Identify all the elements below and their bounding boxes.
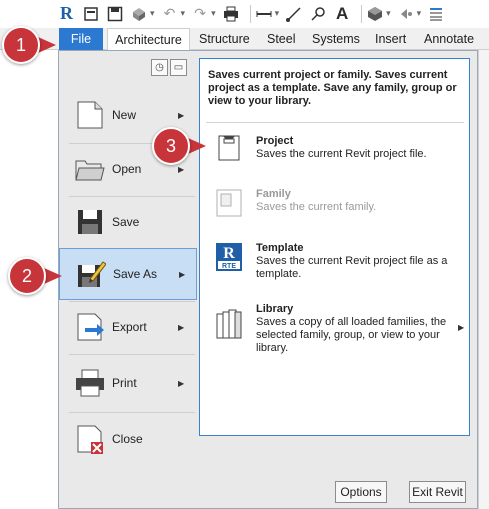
callout-step-1: 1 — [2, 26, 62, 64]
flyout-divider — [206, 122, 464, 123]
sync-icon[interactable] — [130, 5, 148, 23]
floppy-disk-icon — [78, 210, 102, 234]
submenu-arrow-icon: ▶ — [178, 110, 185, 120]
flyout-item-library[interactable]: Library Saves a copy of all loaded famil… — [200, 303, 469, 373]
ribbon-tabs: File Architecture Structure Steel System… — [0, 28, 489, 50]
flyout-item-title: Template — [256, 242, 304, 254]
quick-access-toolbar: R ▾ ↶ ▾ ↷ ▾ ▾ A ▾ ▾ — [0, 0, 489, 27]
template-badge: RTE — [222, 263, 236, 270]
export-icon — [77, 313, 104, 341]
flyout-item-title: Family — [256, 188, 291, 200]
tab-structure[interactable]: Structure — [199, 28, 250, 50]
printer-icon — [76, 369, 104, 397]
flyout-item-template[interactable]: R RTE Template Saves the current Revit p… — [200, 242, 469, 296]
menu-item-label: Close — [112, 432, 143, 446]
tab-steel[interactable]: Steel — [267, 28, 296, 50]
save-icon[interactable] — [106, 5, 124, 23]
submenu-arrow-icon: ▶ — [178, 164, 185, 174]
tab-architecture[interactable]: Architecture — [107, 28, 190, 50]
flyout-item-description: Saves the current Revit project file. — [256, 148, 427, 160]
callout-step-3: 3 — [152, 127, 218, 165]
dropdown-caret-icon[interactable]: ▾ — [150, 8, 155, 19]
submenu-arrow-icon: ▶ — [458, 323, 465, 332]
flyout-item-title: Library — [256, 303, 294, 315]
menu-item-label: Open — [112, 162, 142, 176]
workspace-right-edge — [478, 50, 489, 509]
dropdown-caret-icon[interactable]: ▾ — [181, 8, 186, 19]
exit-revit-button[interactable]: Exit Revit — [409, 481, 466, 503]
svg-text:R: R — [223, 245, 235, 262]
save-as-flyout: Saves current project or family. Saves c… — [199, 58, 470, 436]
callout-pointer — [188, 138, 206, 154]
revit-logo[interactable]: R — [60, 3, 76, 23]
submenu-arrow-icon: ▶ — [178, 378, 185, 388]
callout-number: 2 — [8, 257, 46, 295]
new-document-icon — [77, 101, 103, 129]
menu-item-label: New — [112, 108, 137, 122]
recent-open-toggle: ◷ ▭ — [151, 59, 187, 76]
flyout-item-description: Saves a copy of all loaded families, the… — [256, 316, 447, 354]
measure-icon[interactable] — [255, 5, 273, 23]
flyout-item-description: Saves the current Revit project file as … — [256, 255, 448, 280]
tab-systems[interactable]: Systems — [312, 28, 360, 50]
rte-template-icon: R RTE — [216, 243, 242, 271]
menu-item-print[interactable]: Print ▶ — [59, 357, 197, 409]
menu-item-label: Export — [112, 320, 147, 334]
project-icon — [218, 135, 240, 161]
flyout-item-title: Project — [256, 135, 294, 147]
3d-view-icon[interactable] — [366, 5, 384, 23]
dropdown-caret-icon[interactable]: ▾ — [275, 8, 280, 19]
tab-file[interactable]: File — [59, 28, 103, 50]
save-as-icon — [78, 261, 106, 287]
callout-step-2: 2 — [8, 257, 70, 295]
options-button[interactable]: Options — [335, 481, 387, 503]
flyout-item-project[interactable]: Project Saves the current Revit project … — [200, 135, 469, 189]
tag-icon[interactable] — [309, 5, 327, 23]
redo-icon[interactable]: ↷ — [191, 5, 209, 23]
submenu-arrow-icon: ▶ — [178, 322, 185, 332]
recent-documents-icon[interactable]: ◷ — [151, 59, 168, 76]
toolbar-separator — [361, 4, 363, 23]
open-folder-icon — [75, 160, 105, 181]
menu-item-label: Print — [112, 376, 137, 390]
open-icon[interactable] — [82, 5, 100, 23]
menu-item-export[interactable]: Export ▶ — [59, 301, 197, 353]
library-icon — [216, 309, 242, 339]
callout-pointer — [44, 268, 62, 284]
submenu-arrow-icon: ▶ — [179, 269, 186, 279]
application-menu-commands: ◷ ▭ New ▶ Open ▶ Save Save As ▶ Export ▶… — [59, 51, 197, 508]
menu-item-label: Save — [112, 215, 140, 229]
undo-icon[interactable]: ↶ — [161, 5, 179, 23]
print-icon[interactable] — [222, 5, 240, 23]
section-icon[interactable] — [397, 5, 415, 23]
flyout-description: Saves current project or family. Saves c… — [208, 69, 457, 107]
thin-lines-icon[interactable] — [427, 5, 445, 23]
callout-pointer — [38, 37, 56, 53]
menu-item-save[interactable]: Save — [59, 196, 197, 248]
flyout-item-family[interactable]: Family Saves the current family. — [200, 188, 469, 242]
flyout-item-description: Saves the current family. — [256, 201, 377, 213]
menu-separator — [69, 354, 195, 355]
dropdown-caret-icon[interactable]: ▾ — [211, 8, 216, 19]
tab-insert[interactable]: Insert — [375, 28, 406, 50]
dimension-icon[interactable] — [285, 5, 303, 23]
close-document-icon — [77, 425, 103, 454]
menu-item-label: Save As — [113, 267, 158, 281]
menu-item-save-as[interactable]: Save As ▶ — [59, 248, 197, 300]
open-documents-icon[interactable]: ▭ — [170, 59, 187, 76]
family-icon — [216, 189, 242, 217]
text-icon[interactable]: A — [333, 4, 351, 23]
toolbar-separator — [249, 4, 251, 23]
application-menu: ◷ ▭ New ▶ Open ▶ Save Save As ▶ Export ▶… — [58, 50, 478, 509]
tab-annotate[interactable]: Annotate — [424, 28, 474, 50]
callout-number: 3 — [152, 127, 190, 165]
dropdown-caret-icon[interactable]: ▾ — [417, 8, 422, 19]
menu-item-close[interactable]: Close — [59, 413, 197, 465]
dropdown-caret-icon[interactable]: ▾ — [386, 8, 391, 19]
callout-number: 1 — [2, 26, 40, 64]
